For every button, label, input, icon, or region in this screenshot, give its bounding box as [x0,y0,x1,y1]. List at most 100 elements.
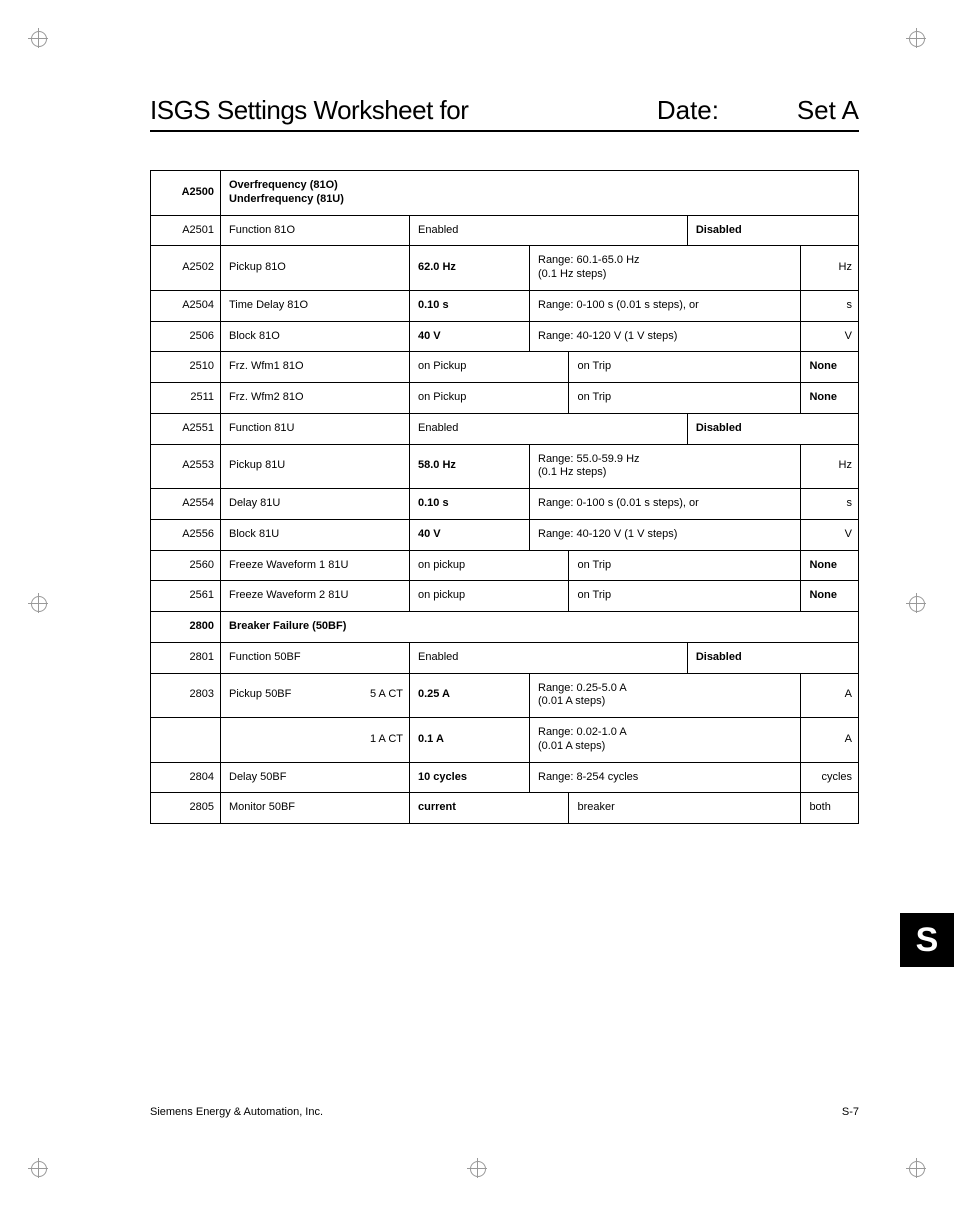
side-tab: S [900,913,954,967]
row-value: on Trip [569,550,801,581]
row-unit: cycles [801,762,859,793]
table-row: A2554 Delay 81U 0.10 s Range: 0-100 s (0… [151,489,859,520]
row-desc: Time Delay 81O [221,290,410,321]
table-row: 2801 Function 50BF Enabled Disabled [151,642,859,673]
row-value: on pickup [410,550,569,581]
row-range: Range: 0-100 s (0.01 s steps), or [530,489,801,520]
row-default: 58.0 Hz [410,444,530,489]
section-id: A2500 [151,171,221,216]
row-id: 2804 [151,762,221,793]
table-row: A2502 Pickup 81O 62.0 Hz Range: 60.1-65.… [151,246,859,291]
row-id: 2506 [151,321,221,352]
row-id [151,718,221,763]
page-header: ISGS Settings Worksheet for Date: Set A [150,95,859,132]
row-desc: Pickup 50BF 5 A CT [221,673,410,718]
ct-label: 1 A CT [221,718,410,763]
page-footer: Siemens Energy & Automation, Inc. S-7 [150,1106,859,1118]
row-range: Range: 40-120 V (1 V steps) [530,519,801,550]
row-id: 2510 [151,352,221,383]
row-id: 2805 [151,793,221,824]
row-unit: s [801,290,859,321]
row-range: Range: 40-120 V (1 V steps) [530,321,801,352]
row-range: Range: 0-100 s (0.01 s steps), or [530,290,801,321]
table-row: 2506 Block 81O 40 V Range: 40-120 V (1 V… [151,321,859,352]
table-row: 2560 Freeze Waveform 1 81U on pickup on … [151,550,859,581]
row-desc: Pickup 81O [221,246,410,291]
row-desc: Frz. Wfm1 81O [221,352,410,383]
row-id: 2803 [151,673,221,718]
row-default: 10 cycles [410,762,530,793]
footer-page-number: S-7 [842,1106,859,1118]
row-id: A2504 [151,290,221,321]
row-id: A2502 [151,246,221,291]
row-value: Enabled [410,413,688,444]
row-default: 62.0 Hz [410,246,530,291]
row-id: 2561 [151,581,221,612]
crop-mark-icon [906,28,926,48]
row-value: Disabled [687,215,858,246]
row-desc: Block 81O [221,321,410,352]
crop-mark-icon [467,1158,487,1178]
table-row: 2510 Frz. Wfm1 81O on Pickup on Trip Non… [151,352,859,383]
table-row: 2511 Frz. Wfm2 81O on Pickup on Trip Non… [151,383,859,414]
row-id: 2801 [151,642,221,673]
table-row: 1 A CT 0.1 A Range: 0.02-1.0 A (0.01 A s… [151,718,859,763]
section-id: 2800 [151,612,221,643]
row-desc: Pickup 81U [221,444,410,489]
row-value: on Trip [569,352,801,383]
row-desc: Delay 50BF [221,762,410,793]
row-unit: Hz [801,444,859,489]
crop-mark-icon [906,593,926,613]
row-range: Range: 60.1-65.0 Hz (0.1 Hz steps) [530,246,801,291]
section-header-row: A2500 Overfrequency (81O) Underfrequency… [151,171,859,216]
date-label: Date: [657,95,797,126]
section-title: Breaker Failure (50BF) [221,612,859,643]
row-id: A2551 [151,413,221,444]
row-value: None [801,550,859,581]
row-range: Range: 55.0-59.9 Hz (0.1 Hz steps) [530,444,801,489]
crop-mark-icon [28,1158,48,1178]
row-default: 0.25 A [410,673,530,718]
row-unit: A [801,673,859,718]
page-content: ISGS Settings Worksheet for Date: Set A … [0,0,954,824]
row-unit: s [801,489,859,520]
row-id: A2556 [151,519,221,550]
table-row: A2504 Time Delay 81O 0.10 s Range: 0-100… [151,290,859,321]
row-desc: Monitor 50BF [221,793,410,824]
row-desc: Frz. Wfm2 81O [221,383,410,414]
row-unit: V [801,321,859,352]
section-title: Overfrequency (81O) Underfrequency (81U) [221,171,859,216]
row-value: breaker [569,793,801,824]
row-value: both [801,793,859,824]
row-value: on pickup [410,581,569,612]
row-desc: Freeze Waveform 2 81U [221,581,410,612]
row-range: Range: 8-254 cycles [530,762,801,793]
row-id: 2560 [151,550,221,581]
crop-mark-icon [906,1158,926,1178]
row-desc: Delay 81U [221,489,410,520]
row-value: None [801,383,859,414]
set-label: Set A [797,95,859,126]
row-unit: Hz [801,246,859,291]
row-default: 0.1 A [410,718,530,763]
row-value: on Pickup [410,383,569,414]
table-row: 2803 Pickup 50BF 5 A CT 0.25 A Range: 0.… [151,673,859,718]
crop-mark-icon [28,28,48,48]
row-id: A2501 [151,215,221,246]
row-default: 40 V [410,519,530,550]
table-row: 2804 Delay 50BF 10 cycles Range: 8-254 c… [151,762,859,793]
settings-table: A2500 Overfrequency (81O) Underfrequency… [150,170,859,824]
crop-mark-icon [28,593,48,613]
row-default: 40 V [410,321,530,352]
ct-label: 5 A CT [370,688,403,702]
row-value: Enabled [410,642,688,673]
row-desc: Freeze Waveform 1 81U [221,550,410,581]
row-desc: Function 81O [221,215,410,246]
row-desc: Function 81U [221,413,410,444]
table-row: 2805 Monitor 50BF current breaker both [151,793,859,824]
row-value: None [801,352,859,383]
row-range: Range: 0.25-5.0 A (0.01 A steps) [530,673,801,718]
table-row: A2556 Block 81U 40 V Range: 40-120 V (1 … [151,519,859,550]
table-row: A2551 Function 81U Enabled Disabled [151,413,859,444]
table-row: A2553 Pickup 81U 58.0 Hz Range: 55.0-59.… [151,444,859,489]
